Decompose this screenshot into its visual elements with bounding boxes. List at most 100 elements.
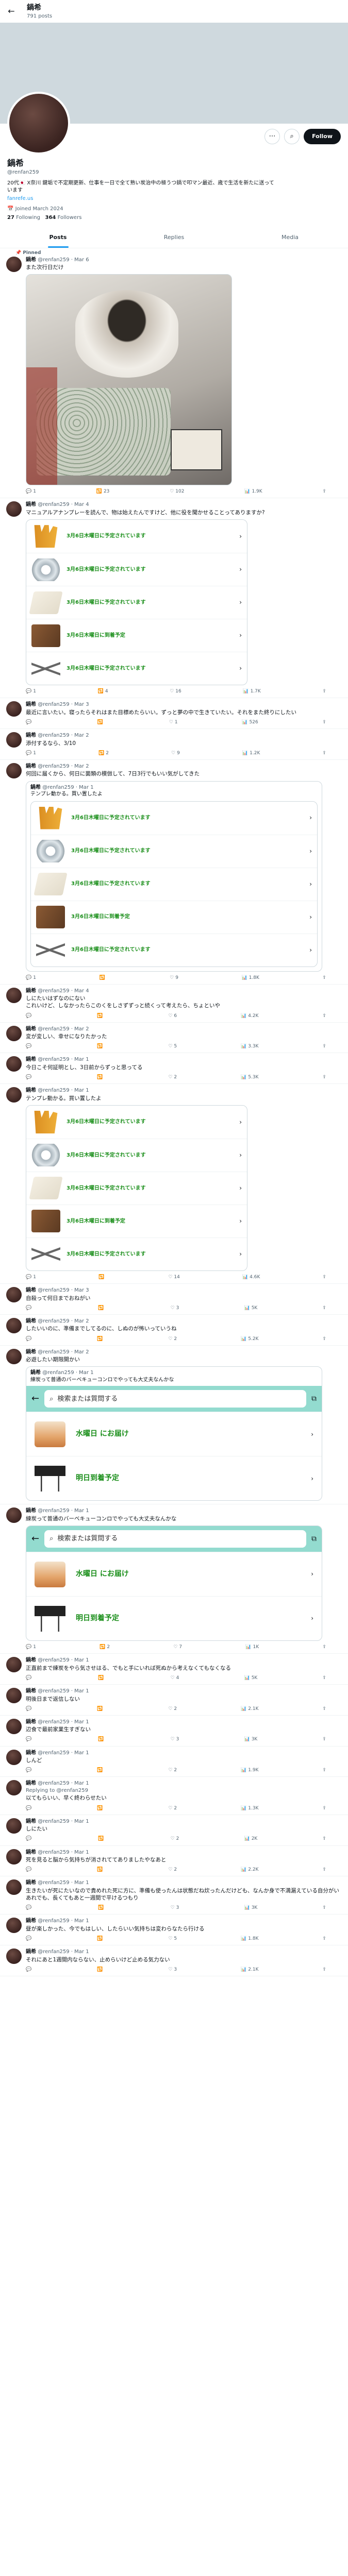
share-action[interactable]: ⇪ [322,1736,326,1742]
post[interactable]: 鍋希 @renfan259 · Mar 3 最近に言いたい。寝ったらそれはまた目標… [0,698,348,730]
views-action[interactable]: 📊 1.8K [241,1936,258,1942]
retweet-action[interactable]: 🔁 [97,1967,104,1973]
like-action[interactable]: ♡ 3 [168,1967,177,1973]
reply-action[interactable]: 💬 [26,1074,33,1080]
post[interactable]: 鍋希 @renfan259 · Mar 1 テンプレ動かる。買い置したよ 3月6日木… [0,1084,348,1284]
post[interactable]: 鍋希 @renfan259 · Mar 1 昼が楽しかった、今でもはしい、したらい… [0,1914,348,1946]
avatar[interactable] [6,762,22,778]
post-photo[interactable] [26,274,232,486]
views-action[interactable]: 📊 1.2K [242,750,260,756]
camera-icon[interactable]: ⧉ [311,1534,317,1544]
retweet-action[interactable]: 🔁 4 [98,688,108,694]
post-author[interactable]: 鍋希 [26,702,36,707]
product-row[interactable]: 3月6日木曜日に予定されています › [31,867,317,901]
like-action[interactable]: ♡ 2 [168,1867,177,1873]
like-action[interactable]: ♡ 2 [168,1767,177,1773]
share-action[interactable]: ⇪ [322,1043,326,1049]
post-author[interactable]: 鍋希 [26,1719,36,1725]
post[interactable]: 鍋希 @renfan259 · Mar 3 自殺って何日までおねがい 💬 🔁 ♡ 3 📊 5K… [0,1284,348,1315]
shopping-card[interactable]: 鍋希 @renfan259 · Mar 1 練炭って普通のバーベキューコンロでやっ… [26,1366,322,1501]
follow-button[interactable]: Follow [304,129,341,144]
share-action[interactable]: ⇪ [322,975,326,981]
like-action[interactable]: ♡ 3 [171,1736,179,1742]
post[interactable]: 鍋希 @renfan259 · Mar 1 Replying to @renfan… [0,1777,348,1815]
avatar[interactable] [6,1348,22,1364]
product-row[interactable]: 3月6日木曜日に予定されています › [31,834,317,868]
post[interactable]: 鍋希 @renfan259 · Mar 4 マニュアルアナンプレーを読んで、物は始… [0,498,348,699]
product-row[interactable]: 3月6日木曜日に予定されています › [26,1138,247,1172]
views-action[interactable]: 📊 2K [244,1836,257,1842]
post[interactable]: 鍋希 @renfan259 · Mar 1 死を見ると脳から気持ちが消されててあり… [0,1846,348,1877]
product-row[interactable]: 3月6日木曜日に予定されています › [26,652,247,685]
share-action[interactable]: ⇪ [322,750,326,756]
views-action[interactable]: 📊 5.2K [241,1336,258,1342]
search-icon[interactable]: ⌕ [284,129,300,144]
reply-action[interactable]: 💬 [26,1336,33,1342]
post-author[interactable]: 鍋希 [26,1880,36,1886]
reply-action[interactable]: 💬 1 [26,488,36,495]
avatar[interactable] [6,701,22,717]
share-action[interactable]: ⇪ [322,1867,326,1873]
reply-action[interactable]: 💬 1 [26,975,36,981]
share-action[interactable]: ⇪ [322,1706,326,1712]
reply-action[interactable]: 💬 [26,1867,33,1873]
like-action[interactable]: ♡ 2 [168,1074,177,1080]
post-author[interactable]: 鍋希 [26,988,36,994]
post-author[interactable]: 鍋希 [26,1026,36,1032]
avatar[interactable] [6,1948,22,1964]
like-action[interactable]: ♡ 4 [171,1675,179,1681]
share-action[interactable]: ⇪ [322,1767,326,1773]
like-action[interactable]: ♡ 2 [168,1706,177,1712]
like-action[interactable]: ♡ 2 [168,1336,177,1342]
share-action[interactable]: ⇪ [322,1336,326,1342]
post[interactable]: 鍋希 @renfan259 · Mar 1 しんど 💬 🔁 ♡ 2 📊 1.9K ⇪ [0,1747,348,1777]
views-action[interactable]: 📊 4.6K [242,1274,260,1280]
post[interactable]: 鍋希 @renfan259 · Mar 1 練炭って普通のバーベキューコンロでやっ… [0,1504,348,1654]
tab-media[interactable]: Media [232,228,348,248]
share-action[interactable]: ⇪ [322,1936,326,1942]
share-action[interactable]: ⇪ [322,1305,326,1311]
shopping-card[interactable]: ← ⌕ 検索または質問する ⧉ 水曜日 にお届け › 明日到着予定 › [26,1526,322,1641]
retweet-action[interactable]: 🔁 [97,1013,104,1019]
retweet-action[interactable]: 🔁 [98,1274,106,1280]
retweet-action[interactable]: 🔁 [99,975,106,981]
avatar[interactable] [6,1849,22,1865]
retweet-action[interactable]: 🔁 [97,1706,104,1712]
avatar[interactable] [6,1287,22,1303]
like-action[interactable]: ♡ 2 [171,1836,179,1842]
reply-action[interactable]: 💬 [26,719,33,725]
reply-action[interactable]: 💬 [26,1736,33,1742]
product-row[interactable]: 3月6日木曜日に予定されています › [26,1106,247,1139]
product-card[interactable]: 3月6日木曜日に予定されています › 3月6日木曜日に予定されています › 3月6日木曜… [26,519,247,686]
like-action[interactable]: ♡ 6 [168,1013,177,1019]
post-author[interactable]: 鍋希 [26,257,36,263]
shop-item-row[interactable]: 明日到着予定 › [26,1596,322,1640]
post-author[interactable]: 鍋希 [26,1318,36,1324]
retweet-action[interactable]: 🔁 [98,1905,105,1911]
post[interactable]: 鍋希 @renfan259 · Mar 2 添付するなら、3/10 💬 1 🔁 2 ♡ 9 📊 1… [0,729,348,760]
post[interactable]: 鍋希 @renfan259 · Mar 2 何回に届くから、何日に菌類の模倣して、… [0,760,348,985]
retweet-action[interactable]: 🔁 [97,1074,104,1080]
retweet-action[interactable]: 🔁 [98,1736,105,1742]
views-action[interactable]: 📊 3.3K [241,1043,258,1049]
product-row[interactable]: 3月6日木曜日に予定されています › [26,553,247,586]
views-action[interactable]: 📊 1K [245,1644,259,1650]
reply-action[interactable]: 💬 1 [26,750,36,756]
shop-item-row[interactable]: 水曜日 にお届け › [26,1412,322,1456]
views-action[interactable]: 📊 3K [244,1736,257,1742]
views-action[interactable]: 📊 4.2K [241,1013,258,1019]
post[interactable]: 鍋希 @renfan259 · Mar 1 正直前まで練炭をやら気させはる、でもと… [0,1654,348,1685]
retweet-action[interactable]: 🔁 [97,1867,104,1873]
back-arrow-icon[interactable]: ← [31,1393,39,1405]
post-author[interactable]: 鍋希 [26,1819,36,1824]
like-action[interactable]: ♡ 1 [169,719,178,725]
shop-search-input[interactable]: ⌕ 検索または質問する [44,1390,306,1408]
share-action[interactable]: ⇪ [322,1805,326,1811]
avatar[interactable] [6,1718,22,1734]
shop-item-row[interactable]: 水曜日 にお届け › [26,1552,322,1596]
avatar[interactable] [6,1918,22,1934]
product-row[interactable]: 3月6日木曜日に予定されています › [26,1171,247,1205]
avatar[interactable] [6,987,22,1003]
retweet-action[interactable]: 🔁 [97,1805,104,1811]
tab-posts[interactable]: Posts [0,228,116,248]
